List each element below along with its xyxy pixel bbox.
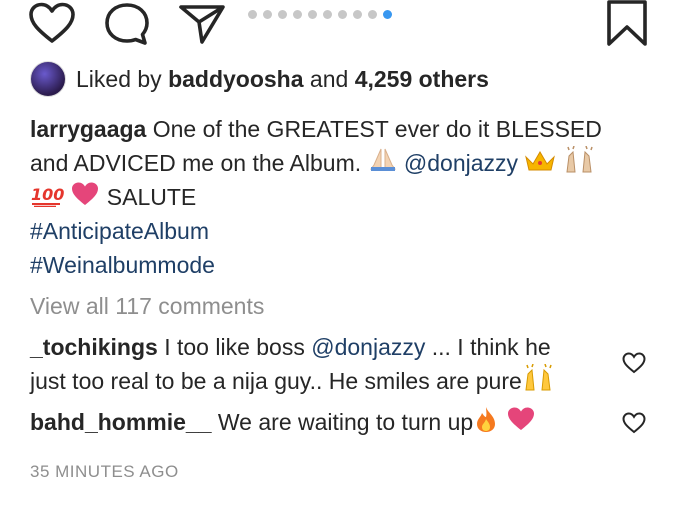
post-timestamp: 35 MINUTES AGO xyxy=(30,462,179,481)
comment-text: I too like boss xyxy=(164,334,305,360)
caption-mention-link[interactable]: @donjazzy xyxy=(404,150,518,176)
comment-button[interactable] xyxy=(103,2,151,46)
raising-hands-emoji-icon xyxy=(522,364,554,401)
comment-username-link[interactable]: bahd_hommie__ xyxy=(30,409,212,435)
carousel-indicator xyxy=(248,10,392,19)
comment-like-button[interactable] xyxy=(622,412,646,439)
paper-plane-icon xyxy=(179,5,225,44)
like-button[interactable] xyxy=(28,2,76,44)
likes-connector: and xyxy=(309,66,349,92)
hundred-points-emoji-icon: 100 xyxy=(30,182,64,216)
comment-username-link[interactable]: _tochikings xyxy=(30,334,158,360)
likes-count-link[interactable]: 4,259 others xyxy=(355,66,489,92)
save-button[interactable] xyxy=(606,0,648,48)
carousel-dot xyxy=(278,10,287,19)
comment-like-button[interactable] xyxy=(622,352,646,379)
comment-bubble-icon xyxy=(105,3,149,45)
hashtag-link[interactable]: #Weinalbummode xyxy=(30,248,215,282)
svg-text:100: 100 xyxy=(31,185,64,204)
heart-outline-icon xyxy=(622,352,646,374)
fire-emoji-icon xyxy=(473,405,499,442)
view-all-comments-link[interactable]: View all 117 comments xyxy=(30,289,264,323)
comment-text: ... I think he xyxy=(431,334,551,360)
crown-emoji-icon xyxy=(524,148,556,182)
comment-item: bahd_hommie__ We are waiting to turn up xyxy=(30,405,536,442)
caption-text: and ADVICED me on the Album. xyxy=(30,150,362,176)
action-bar xyxy=(0,0,674,50)
heart-emoji-icon xyxy=(506,406,536,441)
carousel-dot xyxy=(308,10,317,19)
hashtag-link[interactable]: #AnticipateAlbum xyxy=(30,214,209,248)
heart-outline-icon xyxy=(622,412,646,434)
likes-row: Liked by baddyoosha and 4,259 others xyxy=(30,61,489,97)
bookmark-icon xyxy=(607,0,647,46)
carousel-dot xyxy=(323,10,332,19)
caption-line-1: larrygaaga One of the GREATEST ever do i… xyxy=(30,112,602,146)
caption-text: One of the GREATEST ever do it BLESSED xyxy=(152,116,602,142)
comment-mention-link[interactable]: @donjazzy xyxy=(311,334,425,360)
carousel-dot xyxy=(248,10,257,19)
raising-hands-emoji-icon xyxy=(563,146,595,183)
carousel-dot xyxy=(368,10,377,19)
share-button[interactable] xyxy=(178,2,226,46)
carousel-dot-active xyxy=(383,10,392,19)
comment-item: _tochikings I too like boss @donjazzy ..… xyxy=(30,330,670,398)
carousel-dot xyxy=(338,10,347,19)
liked-by-user-link[interactable]: baddyoosha xyxy=(168,66,303,92)
caption-text: SALUTE xyxy=(106,184,197,210)
heart-outline-icon xyxy=(29,2,75,43)
caption-username-link[interactable]: larrygaaga xyxy=(30,116,146,142)
likes-prefix: Liked by xyxy=(76,66,162,92)
caption-line-2: and ADVICED me on the Album. @donjazzy xyxy=(30,146,595,183)
carousel-dot xyxy=(293,10,302,19)
heart-emoji-icon xyxy=(70,181,100,216)
folded-hands-emoji-icon xyxy=(368,147,398,182)
carousel-dot xyxy=(263,10,272,19)
caption-line-3: 100 SALUTE xyxy=(30,180,196,216)
avatar[interactable] xyxy=(30,61,66,97)
carousel-dot xyxy=(353,10,362,19)
comment-text: just too real to be a nija guy.. He smil… xyxy=(30,368,522,394)
comment-text: We are waiting to turn up xyxy=(217,409,474,435)
